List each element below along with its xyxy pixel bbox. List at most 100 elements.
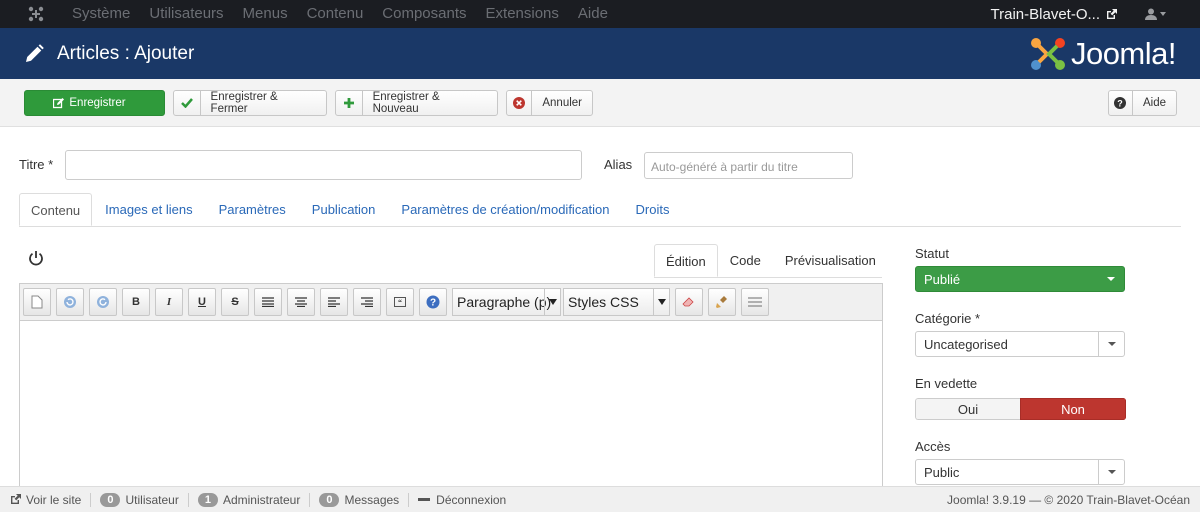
- styles-select[interactable]: Styles CSS: [563, 288, 670, 316]
- view-site-label: Voir le site: [26, 492, 82, 507]
- status-label: Statut: [915, 246, 949, 261]
- chevron-down-icon: [544, 289, 560, 315]
- category-select-value: Uncategorised: [924, 336, 1008, 352]
- main-menu: Système Utilisateurs Menus Contenu Compo…: [62, 0, 617, 28]
- menu-aide[interactable]: Aide: [568, 0, 617, 28]
- featured-label: En vedette: [915, 376, 978, 391]
- tab-parametres-creation[interactable]: Paramètres de création/modification: [388, 193, 622, 226]
- footer-copyright: Joomla! 3.9.19 — © 2020 Train-Blavet-Océ…: [947, 492, 1190, 507]
- title-label: Titre *: [19, 157, 54, 172]
- page-header: Articles : Ajouter Joomla!: [0, 28, 1200, 79]
- horizontal-rule-icon[interactable]: [741, 288, 769, 316]
- tab-droits[interactable]: Droits: [623, 193, 683, 226]
- menu-contenu[interactable]: Contenu: [297, 0, 373, 28]
- navbar-right: Train-Blavet-O...: [991, 6, 1166, 23]
- edit-icon: [53, 97, 65, 108]
- external-link-icon: [11, 494, 21, 504]
- menu-menus[interactable]: Menus: [233, 0, 297, 28]
- status-select[interactable]: Publié: [915, 266, 1125, 292]
- status-bar: Voir le site 0 Utilisateur 1 Administrat…: [0, 486, 1200, 512]
- menu-composants[interactable]: Composants: [372, 0, 475, 28]
- save-label: Enregistrer: [69, 97, 126, 109]
- admins-online[interactable]: 1 Administrateur: [189, 492, 311, 507]
- tab-contenu[interactable]: Contenu: [19, 193, 93, 226]
- view-site-link[interactable]: Voir le site: [0, 492, 92, 507]
- plus-icon: [336, 91, 363, 115]
- joomla-logo-icon: [1030, 38, 1065, 70]
- user-icon[interactable]: [1145, 8, 1166, 20]
- tab-previsualisation[interactable]: Prévisualisation: [773, 244, 888, 277]
- chevron-down-icon: [1160, 12, 1166, 16]
- menu-utilisateurs[interactable]: Utilisateurs: [139, 0, 232, 28]
- tab-edition[interactable]: Édition: [654, 244, 718, 277]
- tab-code[interactable]: Code: [718, 244, 773, 277]
- users-label: Utilisateur: [125, 492, 179, 507]
- editor-toolbar: B I U S “ ? Paragraphe (p) Styles CSS: [20, 284, 882, 321]
- page-title: Articles : Ajouter: [57, 42, 195, 64]
- chevron-down-icon: [1098, 267, 1124, 291]
- featured-yes-button[interactable]: Oui: [915, 398, 1020, 420]
- category-select[interactable]: Uncategorised: [915, 331, 1125, 357]
- messages-count-badge: 0: [319, 492, 340, 507]
- clean-icon[interactable]: [708, 288, 736, 316]
- admin-label: Administrateur: [222, 492, 301, 507]
- joomla-logo: Joomla!: [1029, 36, 1177, 72]
- help-label: Aide: [1142, 97, 1166, 109]
- power-toggle-icon[interactable]: [28, 250, 44, 269]
- align-left-icon[interactable]: [320, 288, 348, 316]
- minus-icon: [418, 497, 431, 501]
- access-label: Accès: [915, 439, 951, 454]
- category-label: Catégorie *: [915, 311, 981, 326]
- joomla-icon[interactable]: [24, 0, 48, 28]
- format-select[interactable]: Paragraphe (p): [452, 288, 561, 316]
- menu-extensions[interactable]: Extensions: [476, 0, 568, 28]
- svg-text:?: ?: [1118, 98, 1124, 108]
- alias-label: Alias: [604, 157, 633, 172]
- question-icon: ?: [1109, 91, 1133, 115]
- menu-systeme[interactable]: Système: [62, 0, 139, 28]
- chevron-down-icon: [1098, 332, 1124, 356]
- tab-parametres[interactable]: Paramètres: [206, 193, 299, 226]
- messages-link[interactable]: 0 Messages: [310, 492, 410, 507]
- align-justify-icon[interactable]: [254, 288, 282, 316]
- tab-publication[interactable]: Publication: [299, 193, 389, 226]
- underline-icon[interactable]: U: [188, 288, 216, 316]
- help-icon[interactable]: ?: [419, 288, 447, 316]
- toolbar: Enregistrer Enregistrer & Fermer Enregis…: [0, 79, 1200, 127]
- format-select-value: Paragraphe (p): [457, 294, 552, 310]
- undo-icon[interactable]: [56, 288, 84, 316]
- site-link[interactable]: Train-Blavet-O...: [991, 6, 1100, 23]
- title-input[interactable]: [65, 150, 582, 180]
- italic-icon[interactable]: I: [155, 288, 183, 316]
- admin-count-badge: 1: [197, 492, 218, 507]
- help-button[interactable]: ? Aide: [1108, 90, 1177, 116]
- styles-select-value: Styles CSS: [568, 294, 639, 310]
- strikethrough-icon[interactable]: S: [221, 288, 249, 316]
- align-center-icon[interactable]: [287, 288, 315, 316]
- logout-label: Déconnexion: [436, 492, 507, 507]
- save-button[interactable]: Enregistrer: [24, 90, 165, 116]
- align-right-icon[interactable]: [353, 288, 381, 316]
- pencil-icon: [24, 43, 44, 64]
- featured-no-button[interactable]: Non: [1020, 398, 1126, 420]
- save-new-button[interactable]: Enregistrer & Nouveau: [335, 90, 498, 116]
- messages-label: Messages: [344, 492, 400, 507]
- users-online[interactable]: 0 Utilisateur: [91, 492, 189, 507]
- bold-icon[interactable]: B: [122, 288, 150, 316]
- cancel-button[interactable]: Annuler: [506, 90, 593, 116]
- redo-icon[interactable]: [89, 288, 117, 316]
- eraser-icon[interactable]: [675, 288, 703, 316]
- save-close-label: Enregistrer & Fermer: [210, 91, 278, 115]
- access-select[interactable]: Public: [915, 459, 1125, 485]
- save-close-button[interactable]: Enregistrer & Fermer: [173, 90, 327, 116]
- top-navbar: Système Utilisateurs Menus Contenu Compo…: [0, 0, 1200, 28]
- tab-images-liens[interactable]: Images et liens: [92, 193, 205, 226]
- new-document-icon[interactable]: [23, 288, 51, 316]
- svg-text:?: ?: [430, 298, 436, 309]
- editor-content-area[interactable]: [20, 321, 882, 491]
- logout-link[interactable]: Déconnexion: [409, 493, 515, 507]
- external-link-icon[interactable]: [1106, 8, 1117, 20]
- blockquote-icon[interactable]: “: [386, 288, 414, 316]
- alias-input[interactable]: Auto-généré à partir du titre: [644, 152, 853, 179]
- users-count-badge: 0: [100, 492, 121, 507]
